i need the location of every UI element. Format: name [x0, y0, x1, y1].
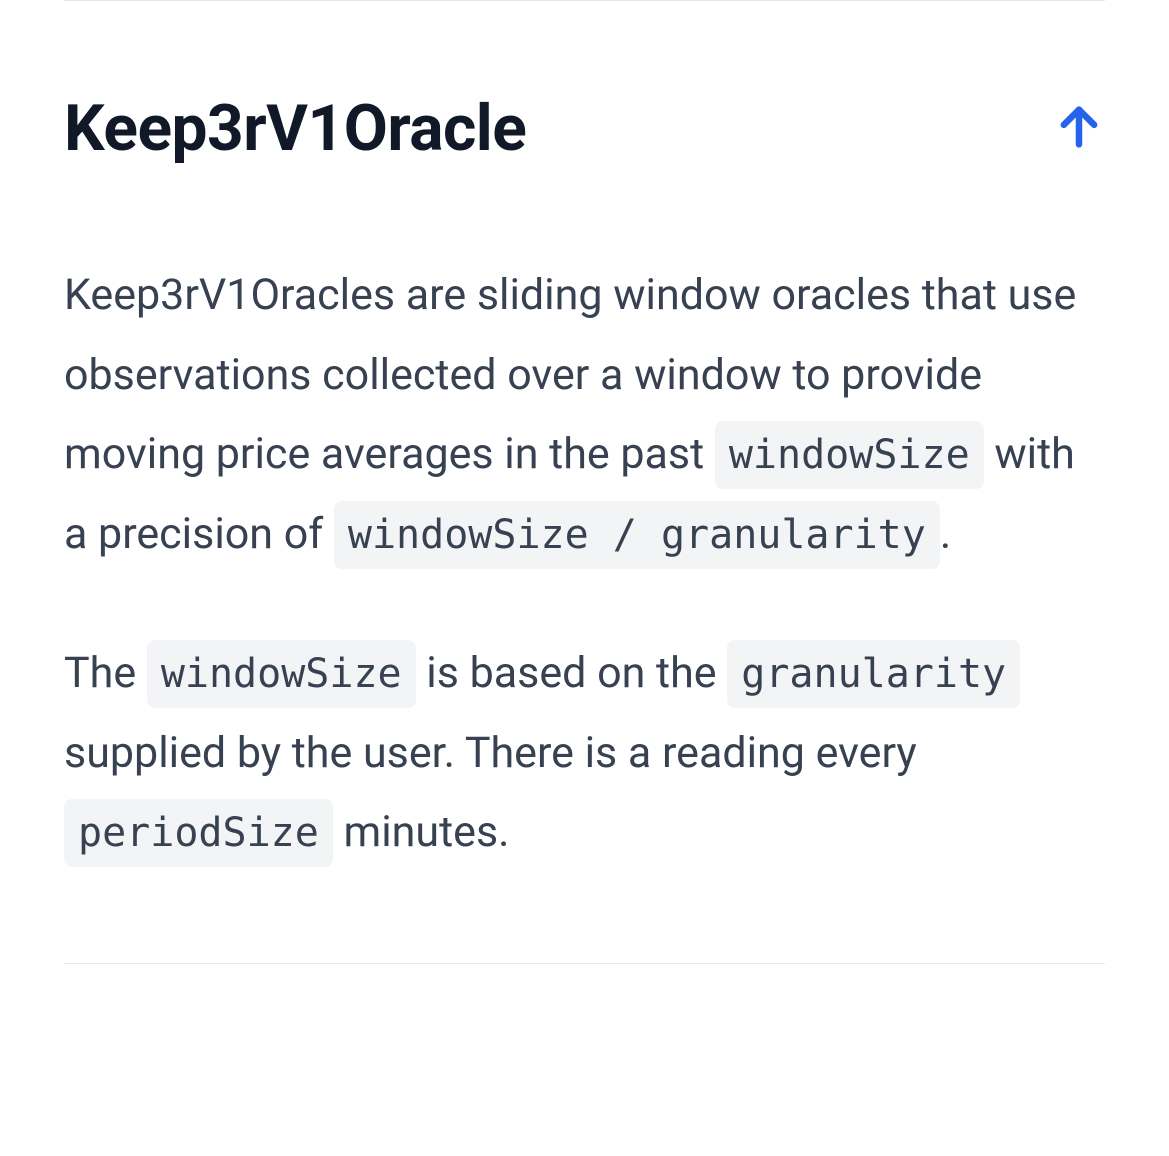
paragraph-1: Keep3rV1Oracles are sliding window oracl…	[64, 256, 1105, 574]
code-windowsize-granularity: windowSize / granularity	[334, 501, 940, 569]
code-granularity: granularity	[727, 640, 1020, 708]
code-windowsize: windowSize	[715, 421, 984, 489]
text-segment: supplied by the user. There is a reading…	[64, 728, 917, 778]
bottom-divider	[64, 963, 1105, 964]
top-divider	[64, 0, 1105, 1]
text-segment: minutes.	[333, 807, 510, 857]
page-title: Keep3rV1Oracle	[64, 91, 526, 166]
paragraph-2: The windowSize is based on the granulari…	[64, 634, 1105, 873]
code-windowsize: windowSize	[147, 640, 416, 708]
text-segment: .	[940, 509, 951, 559]
header-row: Keep3rV1Oracle	[64, 91, 1105, 166]
text-segment: is based on the	[416, 648, 728, 698]
text-segment: The	[64, 648, 147, 698]
scroll-to-top-button[interactable]	[1053, 103, 1105, 155]
code-periodsize: periodSize	[64, 799, 333, 867]
content-area: Keep3rV1Oracles are sliding window oracl…	[64, 256, 1105, 873]
arrow-up-icon	[1053, 101, 1105, 157]
